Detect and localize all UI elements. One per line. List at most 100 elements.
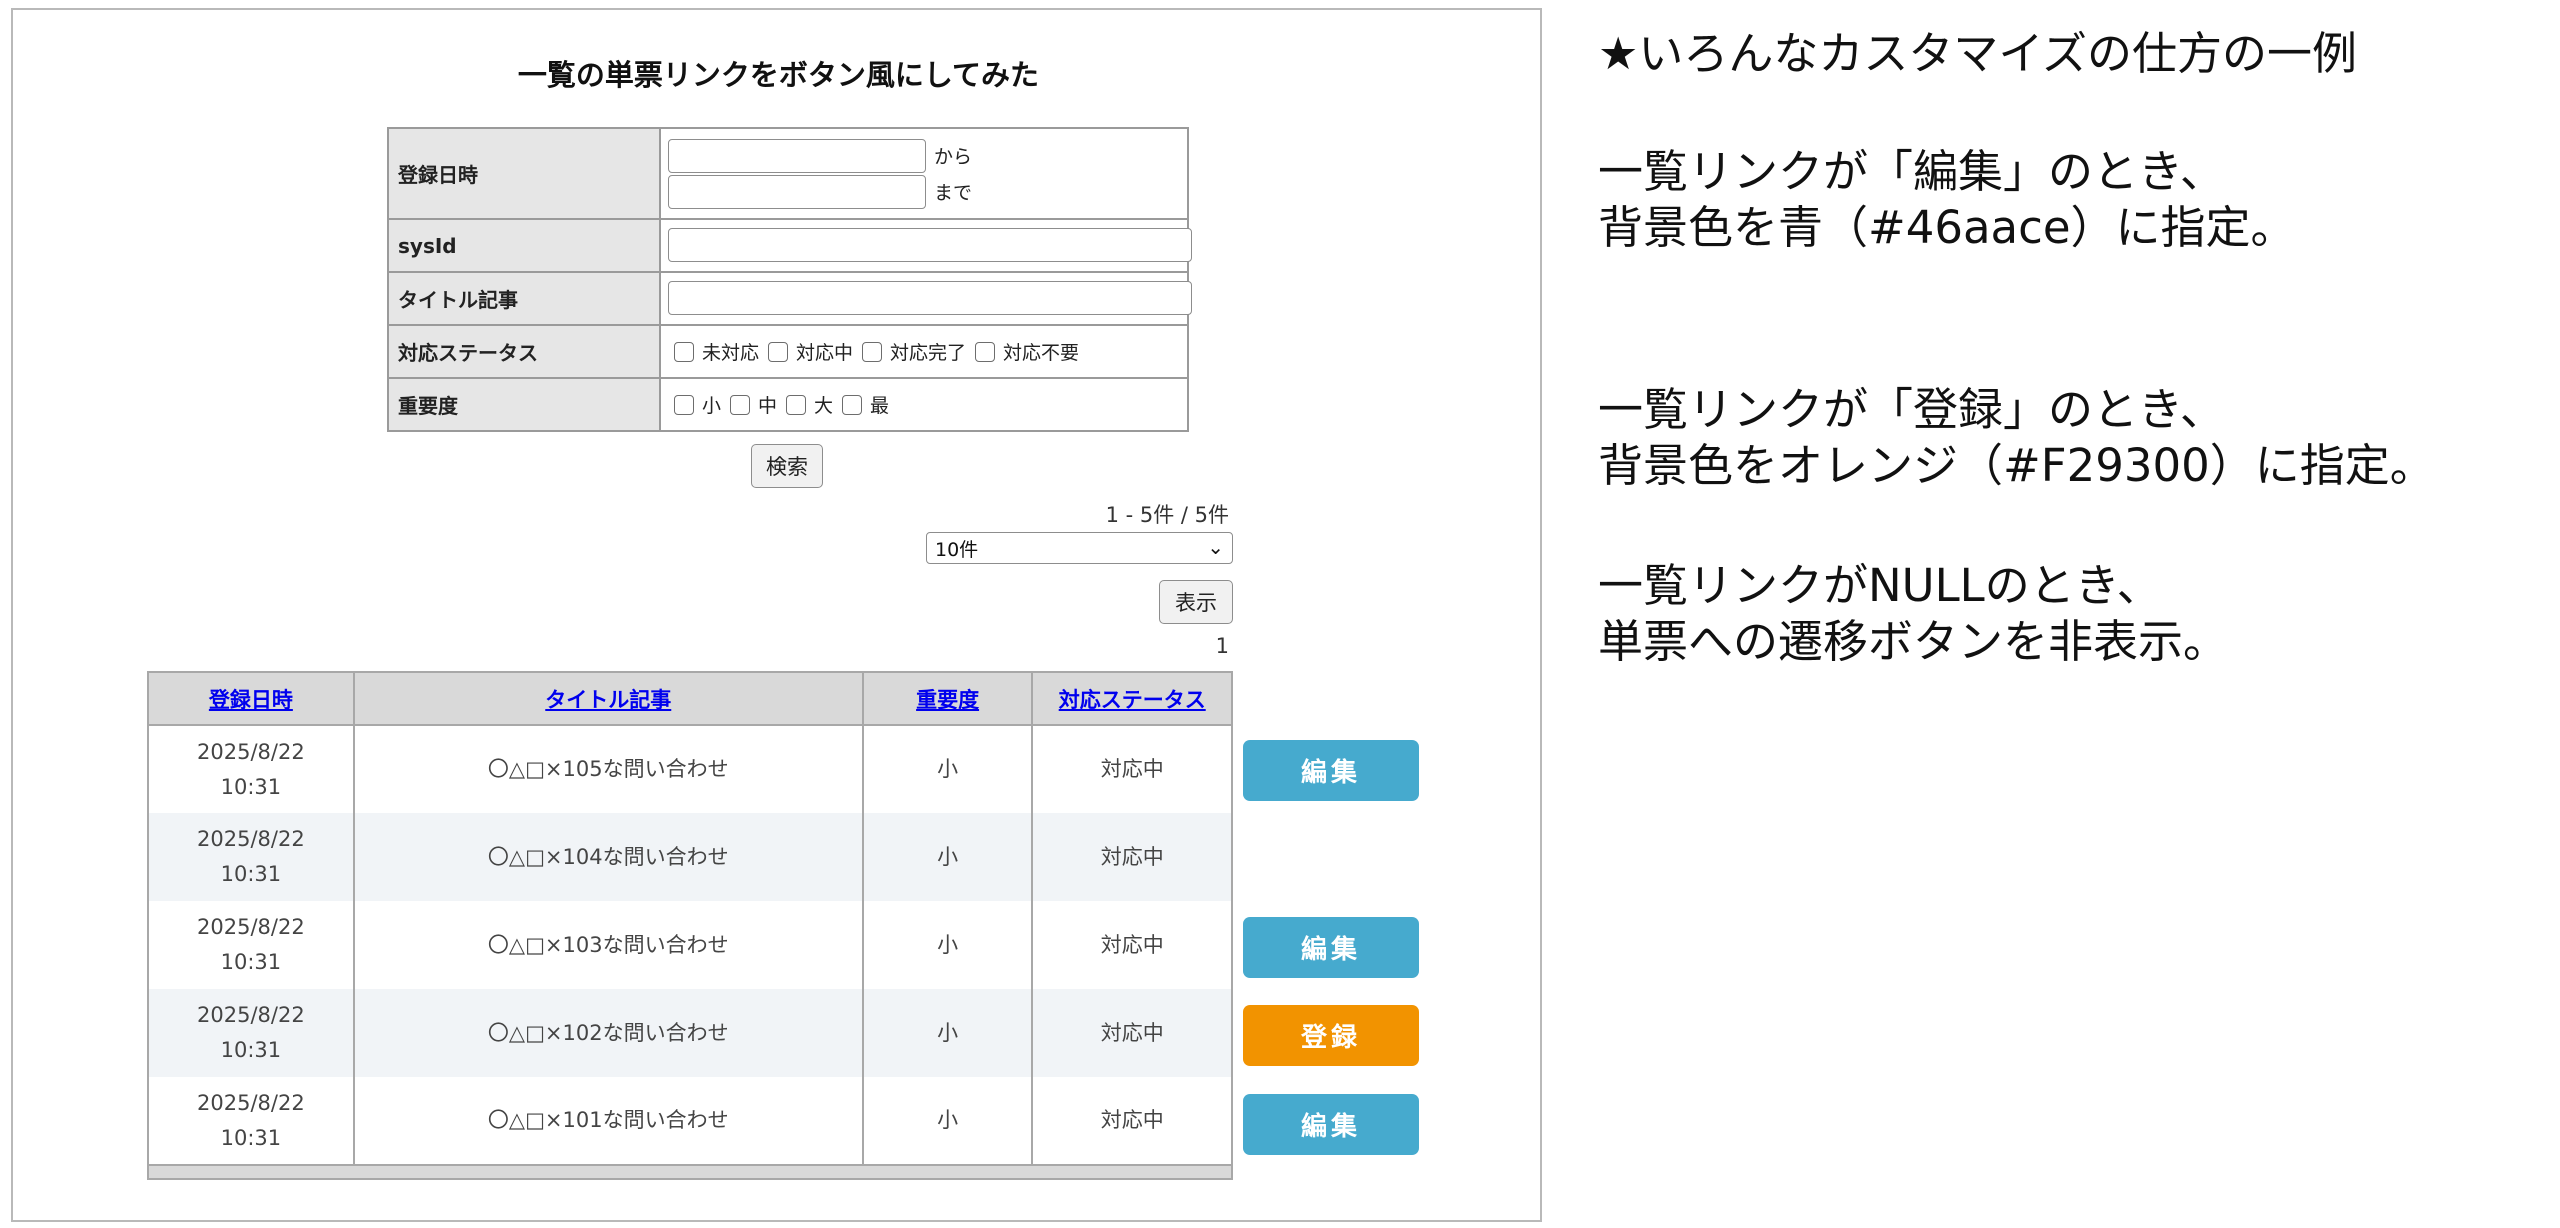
sort-header-status[interactable]: 対応ステータス [1031,671,1233,726]
note-heading: ★いろんなカスタマイズの仕方の一例 [1598,27,2357,80]
date-cell-text: 2025/8/22 [197,739,305,764]
status-checkbox[interactable] [674,341,694,362]
edit-button[interactable]: 編集 [1243,739,1419,801]
note-line: 一覧リンクがNULLのとき、 [1598,559,2162,612]
to-label: まで [934,182,973,204]
importance-cell: 小 [861,1077,1034,1165]
table-row: 2025/8/22 10:31 〇△□×102な問い合わせ 小 対応中 [147,989,1233,1077]
date-label: 登録日時 [387,127,661,220]
date-cell: 2025/8/22 10:31 [147,725,355,813]
status-cell: 対応中 [1031,725,1233,813]
importance-option-label: 中 [758,395,778,417]
search-form: 登録日時 から まで sysId タイトル記事 対応ステータス 未対応 対応中 … [387,127,1192,432]
title-cell-text: 〇△□×103な問い合わせ [487,932,729,957]
date-cell: 2025/8/22 10:31 [147,813,355,901]
table-footer [147,1164,1233,1180]
date-cell-text: 2025/8/22 [197,1090,305,1115]
sysid-label: sysId [387,218,661,273]
importance-checkbox-group: 小 中 大 最 [668,391,1187,418]
importance-cell-text: 小 [937,1108,959,1132]
from-label: から [934,146,973,168]
status-cell: 対応中 [1031,1077,1233,1165]
status-option-label: 対応不要 [1003,342,1080,364]
date-cell-text: 10:31 [220,1038,282,1062]
status-checkbox[interactable] [768,341,789,362]
page-size-select[interactable]: 10件 ⌄ [926,532,1233,564]
importance-cell: 小 [861,725,1034,813]
result-table: 登録日時 タイトル記事 重要度 対応ステータス 2025/8/22 10:31 〇△… [147,671,1233,1180]
date-cell-text: 10:31 [220,1125,282,1150]
date-cell-text: 2025/8/22 [197,915,305,939]
status-cell: 対応中 [1031,813,1233,901]
importance-cell: 小 [861,813,1034,901]
date-cell-text: 2025/8/22 [197,1003,305,1027]
status-cell-text: 対応中 [1100,844,1164,869]
status-cell-text: 対応中 [1100,1020,1164,1045]
title-cell: 〇△□×104な問い合わせ [352,813,864,901]
date-cell: 2025/8/22 10:31 [147,1077,355,1165]
status-option-label: 未対応 [702,342,760,364]
status-label: 対応ステータス [387,324,661,379]
page-number[interactable]: 1 [1216,634,1229,658]
status-checkbox[interactable] [862,341,883,362]
browser-frame: 一覧の単票リンクをボタン風にしてみた 登録日時 から まで sysId タイトル… [11,8,1542,1222]
importance-checkbox[interactable] [730,394,751,415]
title-cell: 〇△□×105な問い合わせ [352,725,864,813]
title-cell-text: 〇△□×105な問い合わせ [487,757,729,781]
date-cell: 2025/8/22 10:31 [147,901,355,989]
note-line: 一覧リンクが「登録」のとき、 [1598,383,2225,436]
importance-checkbox[interactable] [674,394,694,415]
title-cell-text: 〇△□×104な問い合わせ [487,844,729,869]
importance-label: 重要度 [387,377,661,432]
table-row: 2025/8/22 10:31 〇△□×101な問い合わせ 小 対応中 [147,1077,1233,1165]
status-checkbox[interactable] [975,341,996,362]
title-label: タイトル記事 [387,271,661,326]
status-cell-text: 対応中 [1100,757,1164,781]
importance-cell: 小 [861,901,1034,989]
importance-checkbox[interactable] [842,394,863,415]
date-cell-text: 10:31 [220,774,282,799]
importance-checkbox[interactable] [786,394,807,415]
importance-cell-text: 小 [937,757,959,781]
date-cell-text: 2025/8/22 [197,827,305,851]
importance-cell: 小 [861,989,1034,1077]
note-line: 背景色を青（#46aace）に指定。 [1598,201,2296,254]
date-cell-text: 10:31 [220,862,282,886]
title-input[interactable] [668,281,1192,315]
importance-cell-text: 小 [937,932,959,957]
title-cell-text: 〇△□×101な問い合わせ [487,1108,729,1132]
table-row: 2025/8/22 10:31 〇△□×103な問い合わせ 小 対応中 [147,901,1233,989]
date-from-input[interactable] [668,138,926,173]
status-cell-text: 対応中 [1100,932,1164,957]
importance-option-label: 小 [702,395,722,417]
sort-header-title[interactable]: タイトル記事 [352,671,864,726]
note-line: 背景色をオレンジ（#F29300）に指定。 [1598,439,2435,492]
status-cell: 対応中 [1031,989,1233,1077]
date-cell: 2025/8/22 10:31 [147,989,355,1077]
sysid-input[interactable] [668,228,1192,262]
edit-button[interactable]: 編集 [1243,916,1419,978]
register-button[interactable]: 登録 [1243,1005,1419,1067]
search-button[interactable]: 検索 [751,444,823,488]
status-cell: 対応中 [1031,901,1233,989]
note-line: 単票への遷移ボタンを非表示。 [1598,615,2229,668]
table-footer-cell [147,1164,1233,1180]
importance-option-label: 大 [814,395,834,417]
importance-option-label: 最 [870,395,890,417]
importance-cell-text: 小 [937,844,959,869]
importance-cell-text: 小 [937,1020,959,1045]
table-row: 2025/8/22 10:31 〇△□×105な問い合わせ 小 対応中 [147,725,1233,813]
status-option-label: 対応中 [796,342,854,364]
page-title: 一覧の単票リンクをボタン風にしてみた [517,58,1040,92]
chevron-down-icon: ⌄ [1207,535,1224,559]
edit-button[interactable]: 編集 [1243,1093,1419,1155]
title-cell: 〇△□×101な問い合わせ [352,1077,864,1165]
date-to-input[interactable] [668,174,926,209]
sort-header-importance[interactable]: 重要度 [861,671,1034,726]
table-row: 2025/8/22 10:31 〇△□×104な問い合わせ 小 対応中 [147,813,1233,901]
sort-header-date[interactable]: 登録日時 [147,671,355,726]
status-checkbox-group: 未対応 対応中 対応完了 対応不要 [668,338,1187,365]
show-button[interactable]: 表示 [1159,580,1233,624]
page-size-value: 10件 [935,538,979,561]
title-cell: 〇△□×103な問い合わせ [352,901,864,989]
